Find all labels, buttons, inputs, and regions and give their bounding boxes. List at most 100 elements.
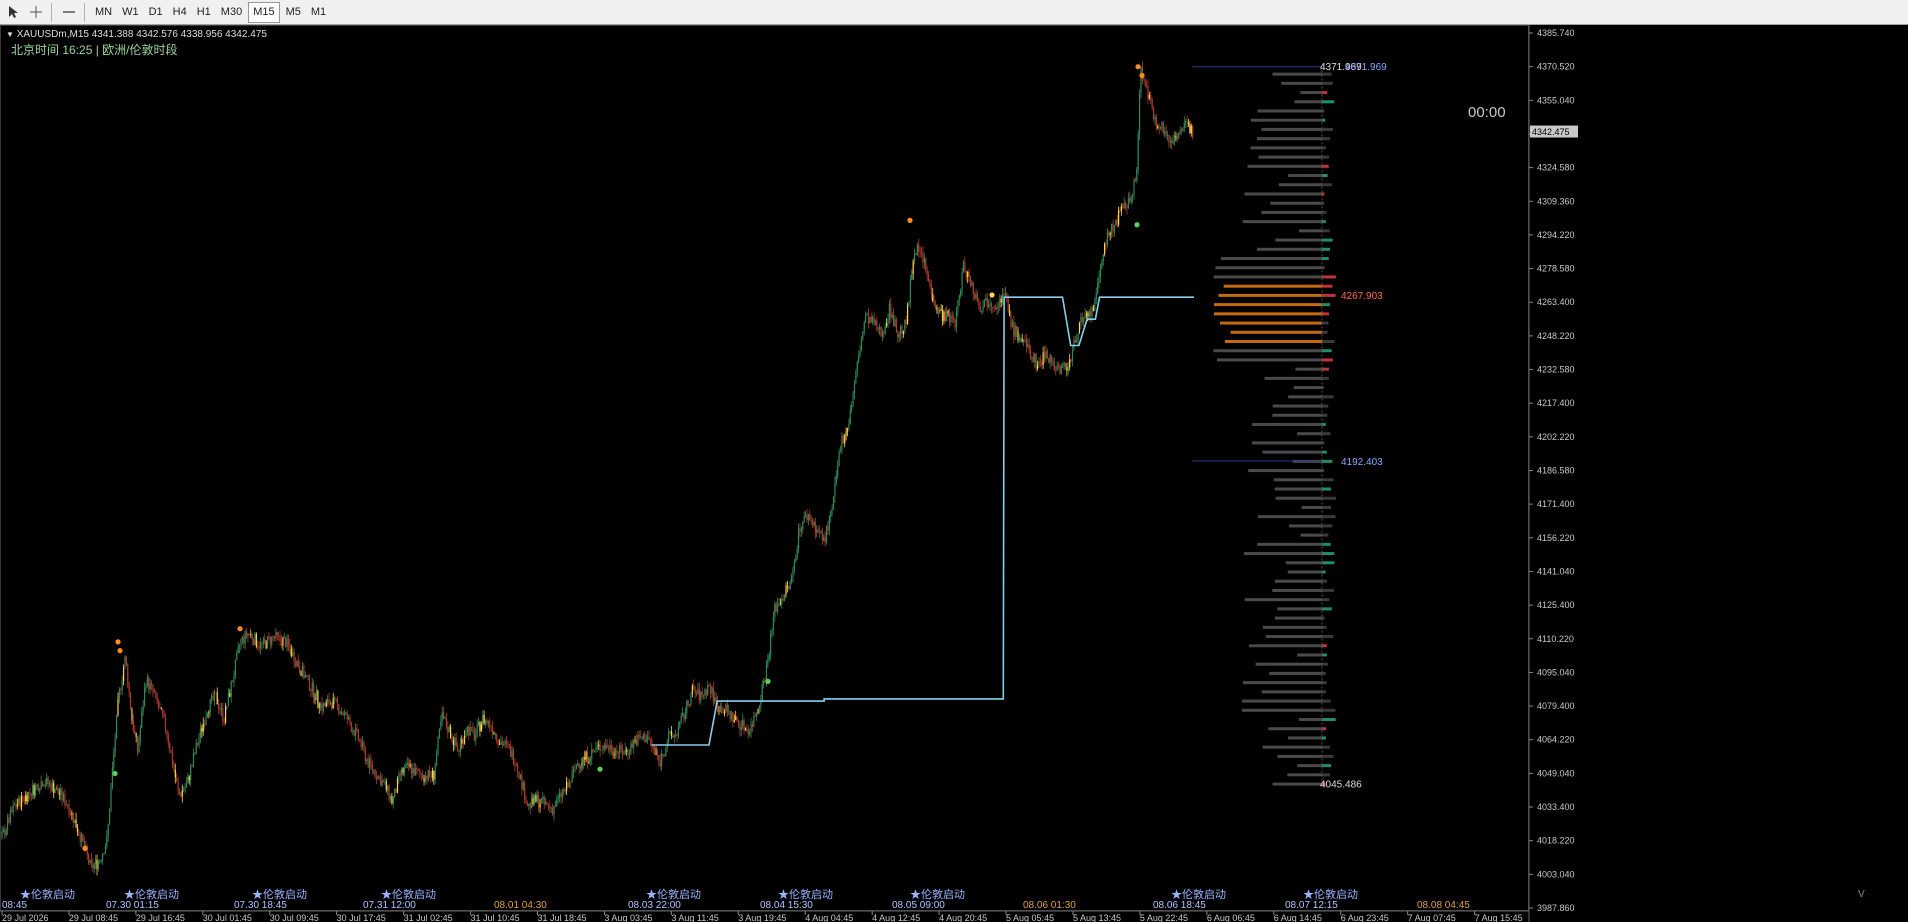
candle-body — [1013, 321, 1015, 337]
volume-profile-bar — [1262, 450, 1322, 454]
candle-body — [852, 392, 854, 405]
candle-body — [916, 244, 918, 255]
candle-body — [887, 319, 889, 324]
candle-body — [1031, 357, 1033, 359]
candle-body — [491, 726, 494, 734]
timeframe-button-m30[interactable]: M30 — [217, 2, 246, 23]
candle-body — [659, 760, 661, 767]
volume-profile-bar — [1250, 118, 1322, 122]
candle-body — [542, 796, 544, 800]
candle-body — [159, 707, 161, 709]
candle-body — [134, 730, 136, 734]
candle-body — [1036, 365, 1039, 369]
candle-body — [1027, 344, 1029, 347]
volume-profile-bar — [1278, 183, 1322, 187]
candle-body — [1182, 127, 1184, 131]
candle-body — [641, 738, 643, 739]
candle-body — [511, 750, 513, 757]
candle-body — [540, 799, 543, 804]
candle-body — [648, 736, 650, 739]
candle-body — [195, 742, 197, 754]
candle-body — [303, 665, 305, 678]
cursor-tool-button[interactable] — [2, 2, 23, 23]
candle-body — [545, 802, 547, 804]
candle-body — [588, 762, 590, 763]
volume-delta-bar — [1322, 404, 1329, 408]
timeframe-button-m1[interactable]: M1 — [307, 2, 330, 23]
candle-body — [729, 711, 731, 720]
candle-body — [584, 757, 586, 760]
candle-body — [972, 282, 974, 295]
candle-body — [1070, 359, 1072, 361]
candle-body — [652, 745, 654, 749]
candle-body — [395, 788, 397, 793]
candle-body — [441, 712, 443, 722]
price-tick-label: 4217.400 — [1537, 398, 1575, 408]
candle-body — [227, 693, 229, 706]
candle-body — [918, 244, 920, 252]
timeframe-button-mn[interactable]: MN — [91, 2, 116, 23]
candle-body — [50, 783, 52, 791]
time-tick-label: 31 Jul 10:45 — [471, 913, 520, 922]
candle-body — [939, 309, 941, 314]
timeframe-button-h4[interactable]: H4 — [169, 2, 191, 23]
candle-body — [865, 314, 867, 323]
candle-body — [194, 753, 196, 755]
candle-body — [1106, 232, 1109, 245]
candle-body — [99, 861, 101, 863]
volume-profile-bar — [1275, 238, 1322, 242]
candle-body — [1173, 135, 1176, 141]
candle-body — [712, 687, 714, 702]
timeframe-button-h1[interactable]: H1 — [193, 2, 215, 23]
candle-body — [813, 521, 815, 526]
candle-body — [160, 708, 162, 709]
candle-body — [749, 732, 751, 735]
candle-body — [515, 765, 517, 767]
candle-body — [612, 751, 614, 754]
candle-body — [296, 660, 298, 666]
timeframe-button-m15[interactable]: M15 — [248, 1, 280, 23]
candle-body — [204, 723, 206, 725]
candle-body — [1150, 94, 1152, 100]
candle-body — [420, 773, 422, 775]
candle-body — [549, 805, 551, 809]
volume-profile-bar — [1257, 109, 1322, 113]
candle-body — [40, 781, 42, 790]
price-chart[interactable]: 4385.7404370.5204355.0404339.8204324.580… — [0, 25, 1908, 922]
chart-canvas[interactable]: 4385.7404370.5204355.0404339.8204324.580… — [0, 25, 1908, 922]
candle-body — [163, 715, 165, 718]
volume-delta-bar — [1322, 330, 1328, 334]
candle-body — [781, 598, 783, 604]
candle-body — [297, 660, 299, 667]
timeframe-button-w1[interactable]: W1 — [118, 2, 143, 23]
candle-body — [543, 796, 545, 804]
hline-tool-button[interactable] — [58, 2, 80, 23]
timeframe-button-d1[interactable]: D1 — [145, 2, 167, 23]
dropdown-triangle-icon[interactable]: ▼ — [6, 30, 14, 39]
candle-body — [280, 640, 283, 646]
candle-body — [668, 732, 670, 743]
candle-body — [697, 688, 699, 694]
volume-delta-bar — [1322, 303, 1330, 307]
candle-body — [1176, 138, 1178, 139]
candle-body — [450, 726, 452, 738]
candle-body — [145, 685, 147, 689]
candle-body — [607, 747, 610, 750]
candle-body — [1113, 225, 1116, 232]
candle-body — [586, 752, 589, 763]
candle-body — [275, 632, 277, 639]
candle-body — [498, 743, 501, 745]
volume-profile-bar — [1277, 754, 1322, 758]
price-tick-label: 4141.040 — [1537, 566, 1575, 576]
candle-body — [585, 752, 587, 760]
volume-delta-bar — [1322, 745, 1330, 749]
candle-body — [479, 721, 481, 732]
volume-delta-bar — [1322, 238, 1333, 242]
candle-body — [1127, 197, 1129, 209]
crosshair-tool-button[interactable] — [25, 2, 47, 23]
timeframe-button-m5[interactable]: M5 — [282, 2, 305, 23]
london-open-marker: ★伦敦启动 — [778, 887, 833, 901]
candle-body — [560, 792, 562, 798]
candle-body — [1154, 116, 1156, 120]
candle-body — [988, 304, 990, 307]
